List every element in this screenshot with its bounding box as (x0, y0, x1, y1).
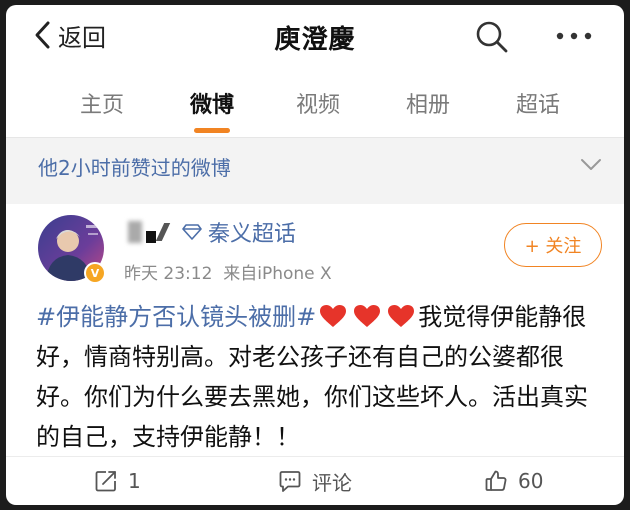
more-dots-icon[interactable] (552, 21, 596, 51)
follow-button[interactable]: + 关注 (504, 223, 602, 267)
heart-icon (388, 305, 415, 327)
post-source: 来自iPhone X (223, 264, 332, 284)
username-redacted[interactable] (124, 219, 180, 245)
post-time: 昨天 23:12 (124, 264, 213, 284)
comment-label: 评论 (312, 470, 352, 495)
like-icon (485, 470, 507, 491)
top-bar: 返回 庾澄慶 (6, 5, 624, 65)
search-icon[interactable] (474, 19, 510, 55)
comment-button[interactable]: 评论 (278, 463, 352, 499)
tab-album[interactable]: 相册 (406, 87, 450, 119)
page-title: 庾澄慶 (274, 25, 356, 55)
repost-count: 1 (128, 469, 141, 493)
heart-icon (354, 305, 381, 327)
divider (6, 456, 624, 457)
like-button[interactable]: 60 (484, 463, 543, 499)
post-meta: 昨天 23:12 来自iPhone X (124, 259, 332, 284)
verified-badge-icon: V (84, 262, 106, 284)
chevron-down-icon (581, 159, 601, 170)
heart-icon (320, 305, 347, 327)
like-count: 60 (518, 469, 544, 493)
comment-icon (279, 471, 301, 492)
liked-notice-bar[interactable]: 他2小时前赞过的微博 (6, 138, 624, 194)
supertopic-link[interactable]: 秦义超话 (208, 216, 296, 248)
app-frame: 返回 庾澄慶 主页 微博 视频 相册 超话 他2小时前赞过的微博 V 秦义超话 … (6, 5, 624, 505)
post-text: #伊能静方否认镜头被删# 我觉得伊能静很好，情商特别高。对老公孩子还有自己的公婆都… (36, 297, 604, 457)
hashtag-link[interactable]: #伊能静方否认镜头被删# (36, 303, 316, 331)
active-tab-indicator (194, 128, 230, 133)
diamond-icon (182, 224, 202, 240)
follow-label: + 关注 (524, 236, 582, 257)
section-gap (6, 194, 624, 204)
profile-tabs: 主页 微博 视频 相册 超话 (6, 79, 624, 135)
tab-home[interactable]: 主页 (80, 87, 124, 119)
liked-notice-text: 他2小时前赞过的微博 (38, 156, 231, 180)
tab-video[interactable]: 视频 (296, 87, 340, 119)
repost-button[interactable]: 1 (94, 463, 141, 499)
tab-supertopic[interactable]: 超话 (516, 87, 560, 119)
repost-icon (95, 471, 116, 492)
tab-weibo[interactable]: 微博 (190, 87, 234, 119)
